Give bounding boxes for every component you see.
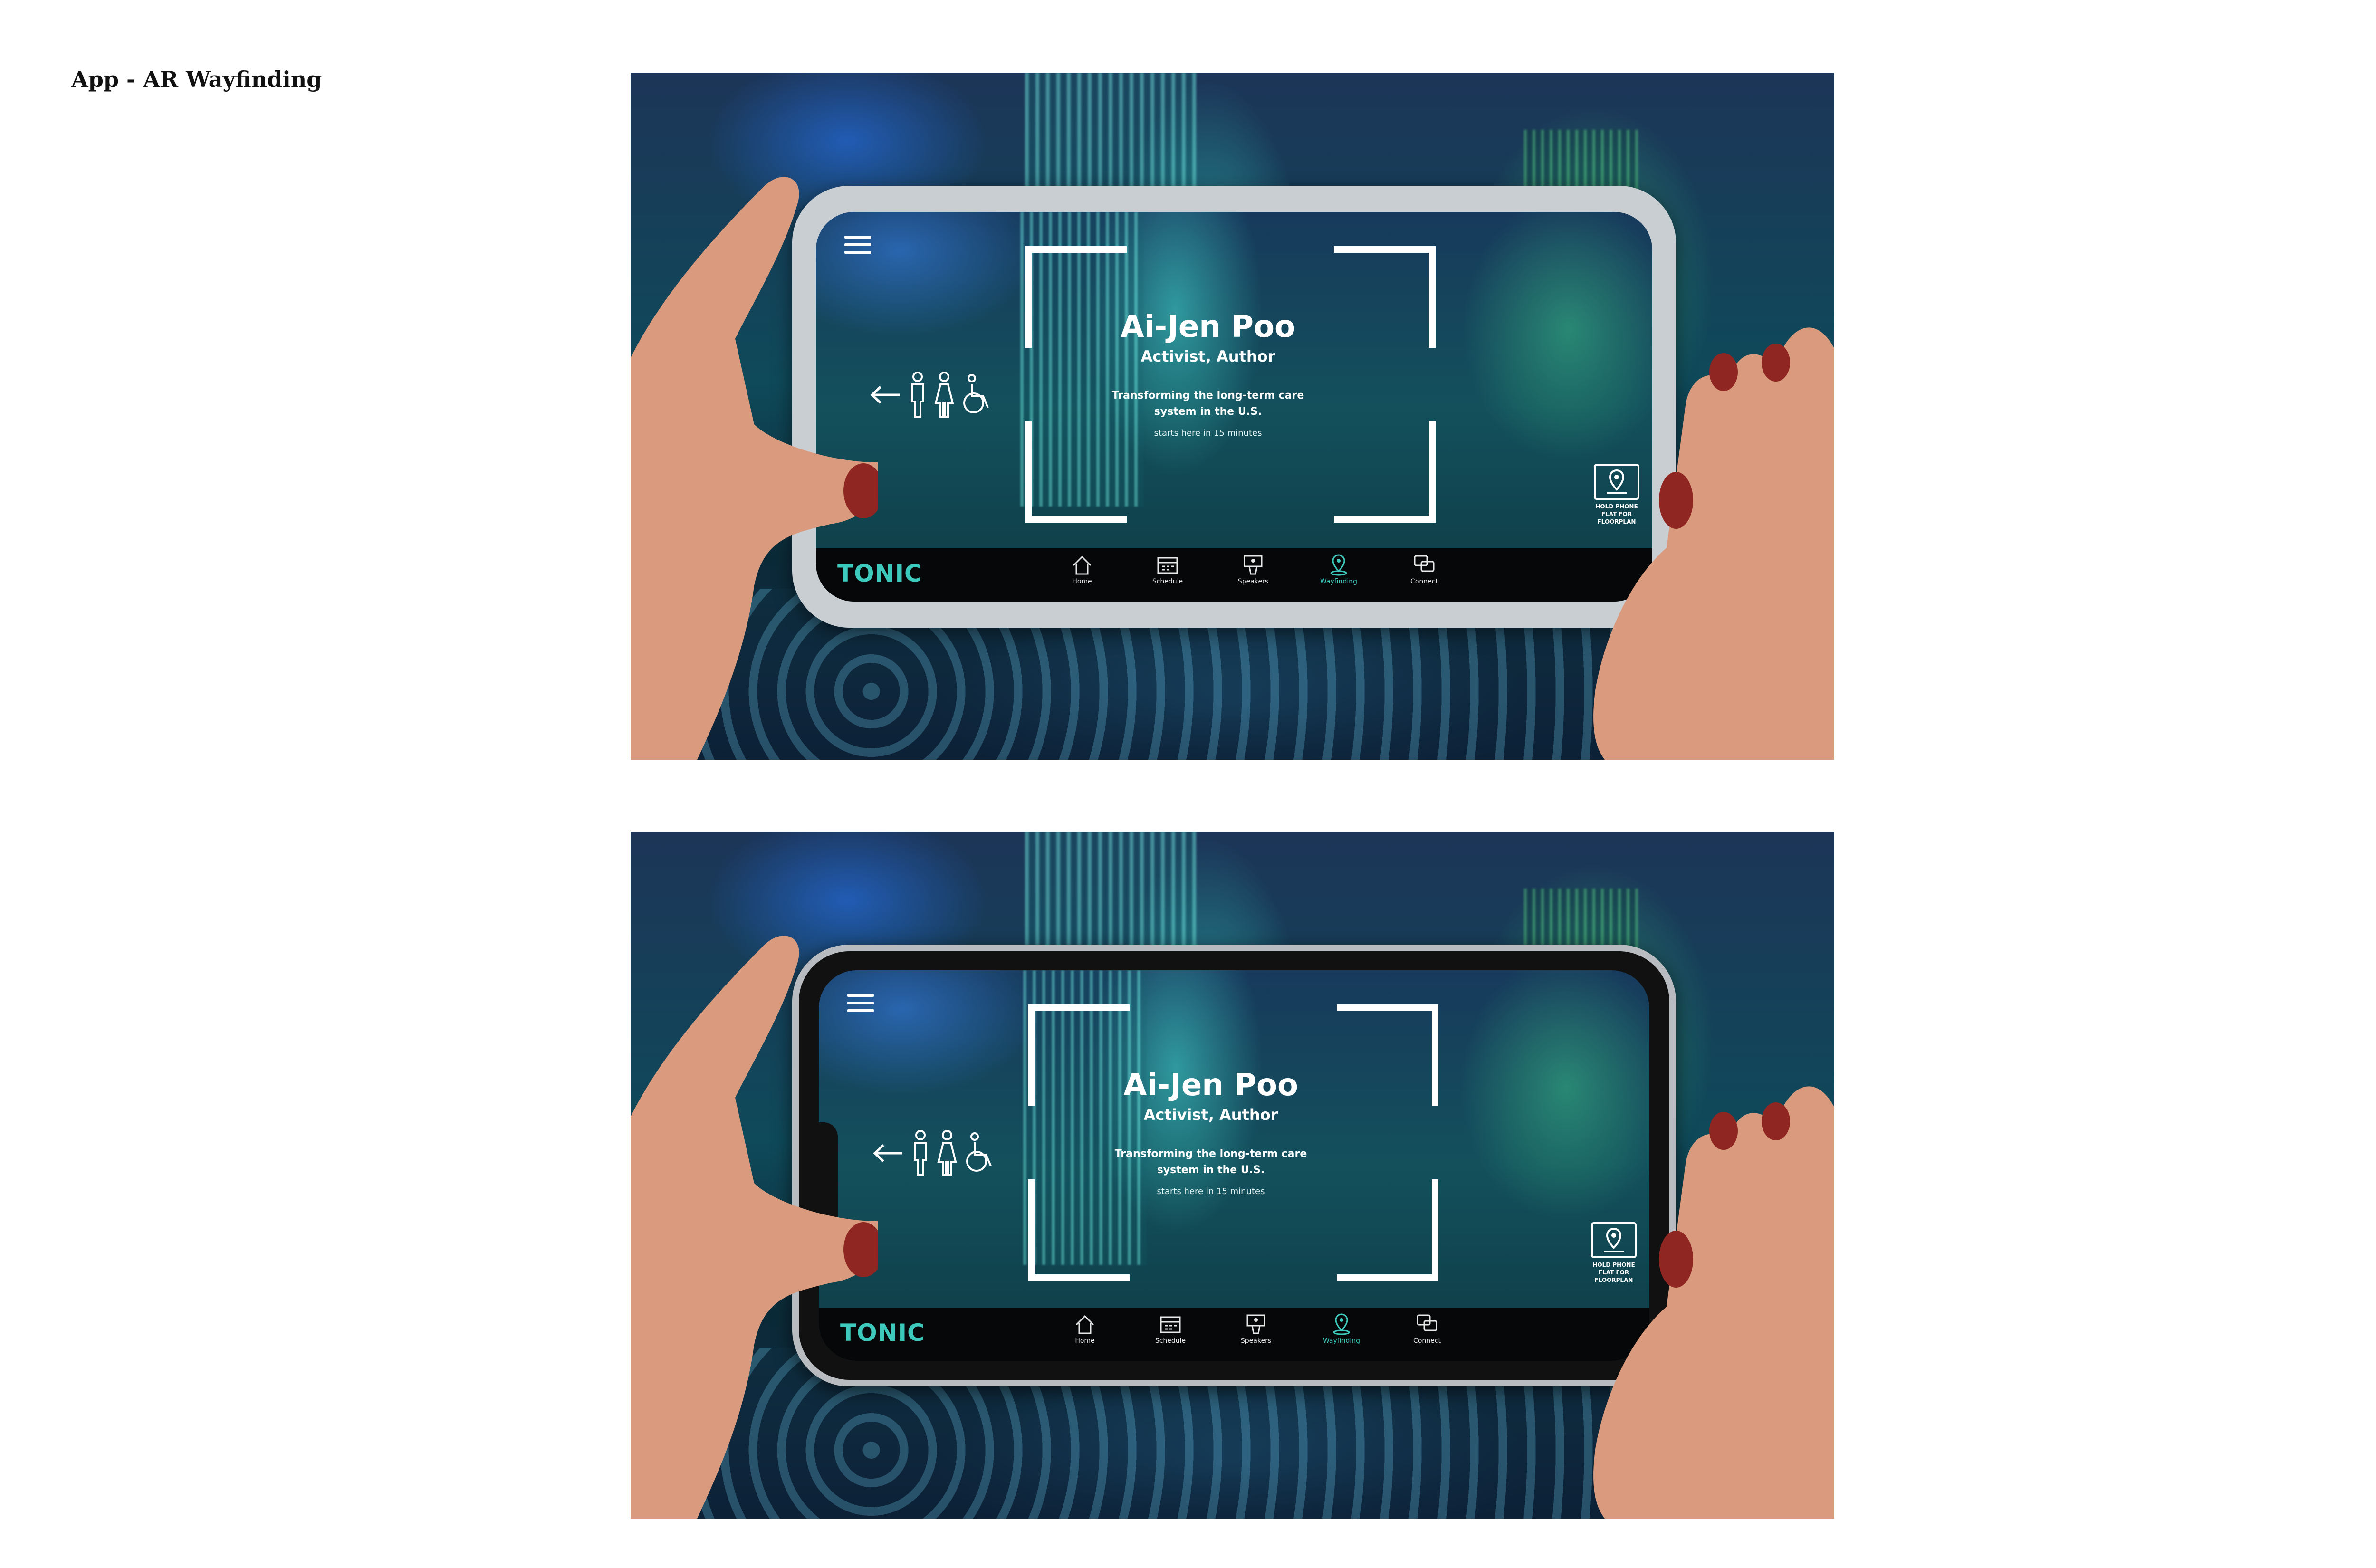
scan-frame-corner	[1334, 421, 1436, 523]
left-hand-image	[631, 177, 878, 760]
tab-label: Speakers	[1240, 1337, 1272, 1345]
tab-home[interactable]: Home	[1047, 1312, 1123, 1345]
tab-list: Home Schedule Speakers Wayfinding Connect	[1047, 1312, 1465, 1345]
speaker-name: Ai-Jen Poo	[1123, 1068, 1298, 1103]
wheelchair-icon	[966, 1132, 992, 1172]
ar-mockup-white-frame: Ai-Jen Poo Activist, Author Transforming…	[631, 73, 1834, 760]
left-hand-image	[631, 936, 878, 1519]
tab-label: Schedule	[1152, 578, 1183, 585]
scan-frame-corner	[1337, 1179, 1438, 1281]
speaker-role: Activist, Author	[1140, 347, 1275, 365]
phone-screen: Ai-Jen Poo Activist, Author Transforming…	[819, 970, 1649, 1361]
podium-icon	[1244, 555, 1263, 575]
tab-home[interactable]: Home	[1044, 553, 1120, 585]
tab-wayfinding[interactable]: Wayfinding	[1303, 1312, 1380, 1345]
tab-wayfinding[interactable]: Wayfinding	[1301, 553, 1377, 585]
talk-title: Transforming the long-term care system i…	[1114, 1148, 1307, 1176]
tab-connect[interactable]: Connect	[1389, 1312, 1465, 1345]
talk-start-time: starts here in 15 minutes	[1154, 428, 1262, 438]
tab-label: Wayfinding	[1322, 1337, 1360, 1345]
page-title: App - AR Wayfinding	[71, 67, 322, 92]
restroom-direction-indicator[interactable]	[871, 1127, 997, 1179]
tab-connect[interactable]: Connect	[1386, 553, 1462, 585]
phone-screen: Ai-Jen Poo Activist, Author Transforming…	[816, 212, 1652, 602]
chat-icon	[1414, 555, 1435, 572]
tab-label: Connect	[1413, 1337, 1441, 1345]
man-icon	[914, 1130, 927, 1176]
ar-mockup-black-frame: Ai-Jen Poo Activist, Author Transforming…	[631, 832, 1834, 1519]
tab-label: Home	[1072, 578, 1092, 585]
talk-title: Transforming the long-term care system i…	[1111, 390, 1304, 418]
home-icon	[1073, 555, 1092, 575]
calendar-icon	[1157, 557, 1178, 574]
tab-label: Schedule	[1155, 1337, 1186, 1345]
podium-icon	[1246, 1314, 1265, 1334]
tab-list: Home Schedule Speakers Wayfinding Connect	[1044, 553, 1462, 585]
man-icon	[911, 372, 924, 418]
location-pin-icon	[1333, 1313, 1350, 1335]
bottom-tab-bar: TONIC Home Schedule Speakers Wayfinding Conn…	[816, 548, 1652, 602]
bottom-tab-bar: TONIC Home Schedule Speakers Wayfinding Conn…	[819, 1308, 1649, 1361]
calendar-icon	[1160, 1316, 1181, 1333]
phone-device: Ai-Jen Poo Activist, Author Transforming…	[792, 945, 1676, 1386]
tab-speakers[interactable]: Speakers	[1218, 1312, 1294, 1345]
tab-label: Home	[1075, 1337, 1095, 1345]
chat-icon	[1417, 1314, 1437, 1331]
right-hand-image	[1593, 327, 1834, 760]
tab-label: Wayfinding	[1320, 578, 1358, 585]
speaker-name: Ai-Jen Poo	[1121, 309, 1295, 344]
woman-icon	[937, 1130, 957, 1176]
talk-start-time: starts here in 15 minutes	[1157, 1186, 1265, 1196]
woman-icon	[934, 372, 954, 418]
restroom-direction-indicator[interactable]	[868, 369, 995, 421]
location-pin-icon	[1330, 554, 1347, 576]
scan-frame-corner	[1337, 1004, 1438, 1106]
wheelchair-icon	[963, 374, 989, 413]
right-hand-image	[1593, 1086, 1834, 1519]
tab-label: Connect	[1410, 578, 1438, 585]
scan-frame-corner	[1334, 246, 1436, 348]
speaker-role: Activist, Author	[1143, 1106, 1278, 1124]
tab-label: Speakers	[1237, 578, 1269, 585]
tab-schedule[interactable]: Schedule	[1130, 553, 1206, 585]
tab-schedule[interactable]: Schedule	[1132, 1312, 1208, 1345]
home-icon	[1075, 1315, 1094, 1334]
phone-device: Ai-Jen Poo Activist, Author Transforming…	[792, 186, 1676, 628]
tab-speakers[interactable]: Speakers	[1215, 553, 1291, 585]
